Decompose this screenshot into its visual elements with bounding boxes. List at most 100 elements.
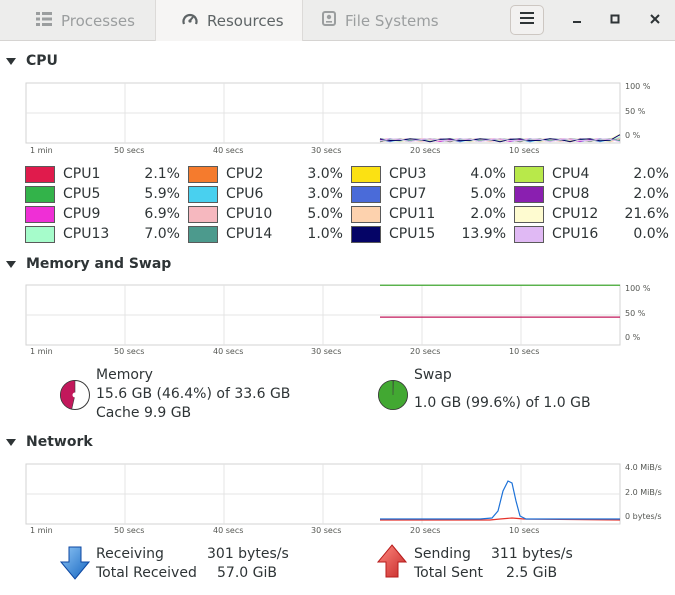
close-button[interactable]: [644, 9, 666, 31]
net-x-label-50s: 50 secs: [114, 526, 144, 535]
cpu-name: CPU8: [552, 186, 590, 202]
receiving-value: 301 bytes/s: [207, 546, 289, 562]
expander-arrow-icon: [6, 57, 16, 65]
cpu-color-swatch[interactable]: [514, 205, 544, 223]
cpu-name: CPU1: [63, 166, 101, 182]
tab-file-systems-label: File Systems: [345, 11, 439, 30]
cpu-color-swatch[interactable]: [514, 185, 544, 203]
receiving-arrow-icon: [60, 546, 90, 580]
memory-section-toggle[interactable]: Memory and Swap: [6, 256, 171, 272]
cpu-color-swatch[interactable]: [514, 225, 544, 243]
cpu-x-label-50s: 50 secs: [114, 146, 144, 155]
total-received-label: Total Received: [96, 565, 197, 581]
mem-y-label-0: 0 %: [625, 333, 641, 342]
sending-label: Sending: [414, 546, 471, 562]
cpu-usage-value: 0.0%: [633, 226, 669, 242]
memory-section-title: Memory and Swap: [26, 256, 172, 272]
mem-x-label-40s: 40 secs: [213, 347, 243, 356]
cpu-legend-item: CPU10 5.0%: [188, 205, 343, 223]
cpu-legend-item: CPU8 2.0%: [514, 185, 669, 203]
cpu-legend-item: CPU15 13.9%: [351, 225, 506, 243]
receiving-label: Receiving: [96, 546, 164, 562]
sending-arrow-icon: [377, 544, 407, 578]
cpu-name: CPU10: [226, 206, 273, 222]
cpu-color-swatch[interactable]: [25, 165, 55, 183]
memory-label: Memory: [96, 367, 153, 383]
sending-info: Sending 311 bytes/s Total Sent 2.5 GiB: [414, 545, 573, 583]
cpu-color-swatch[interactable]: [25, 205, 55, 223]
swap-label: Swap: [414, 367, 452, 383]
mem-y-label-100: 100 %: [625, 284, 651, 293]
receiving-info: Receiving 301 bytes/s Total Received 57.0 …: [96, 545, 289, 583]
total-sent-label: Total Sent: [414, 565, 484, 581]
cpu-legend-item: CPU12 21.6%: [514, 205, 669, 223]
minimize-button[interactable]: [566, 9, 588, 31]
cpu-color-swatch[interactable]: [351, 225, 381, 243]
cpu-color-swatch[interactable]: [188, 205, 218, 223]
processes-icon: [36, 11, 52, 30]
cpu-color-swatch[interactable]: [351, 165, 381, 183]
close-icon: [650, 12, 660, 28]
cpu-usage-value: 5.0%: [470, 186, 506, 202]
cpu-legend-item: CPU7 5.0%: [351, 185, 506, 203]
cpu-legend-item: CPU4 2.0%: [514, 165, 669, 183]
cpu-usage-value: 2.0%: [470, 206, 506, 222]
cpu-usage-value: 2.1%: [144, 166, 180, 182]
tab-processes[interactable]: Processes: [0, 0, 155, 41]
cpu-color-swatch[interactable]: [188, 165, 218, 183]
cpu-legend-item: CPU14 1.0%: [188, 225, 343, 243]
total-received-value: 57.0 GiB: [217, 565, 277, 581]
net-x-label-20s: 20 secs: [410, 526, 440, 535]
net-y-label-zero: 0 bytes/s: [625, 512, 662, 521]
total-sent-value: 2.5 GiB: [506, 565, 558, 581]
cpu-section-toggle[interactable]: CPU: [6, 53, 58, 69]
cpu-x-label-20s: 20 secs: [410, 146, 440, 155]
cpu-color-swatch[interactable]: [25, 185, 55, 203]
cpu-legend-item: CPU11 2.0%: [351, 205, 506, 223]
memory-history-graph: 100 % 50 % 0 % 1 min 50 secs 40 secs 30 …: [25, 284, 651, 356]
maximize-icon: [610, 12, 620, 28]
memory-pie-icon: [60, 380, 90, 410]
cpu-color-swatch[interactable]: [351, 185, 381, 203]
cpu-usage-value: 2.0%: [633, 166, 669, 182]
mem-x-label-50s: 50 secs: [114, 347, 144, 356]
tab-resources[interactable]: Resources: [155, 0, 303, 41]
cpu-color-swatch[interactable]: [188, 225, 218, 243]
cpu-usage-value: 21.6%: [624, 206, 669, 222]
mem-x-label-20s: 20 secs: [410, 347, 440, 356]
cpu-legend-item: CPU3 4.0%: [351, 165, 506, 183]
cpu-x-label-1min: 1 min: [30, 146, 53, 155]
cpu-color-swatch[interactable]: [351, 205, 381, 223]
cpu-legend-item: CPU5 5.9%: [25, 185, 180, 203]
cpu-section-title: CPU: [26, 53, 58, 69]
cpu-usage-value: 4.0%: [470, 166, 506, 182]
expander-arrow-icon: [6, 438, 16, 446]
net-x-label-1min: 1 min: [30, 526, 53, 535]
swap-info: Swap 1.0 GB (99.6%) of 1.0 GB: [414, 366, 591, 413]
cpu-name: CPU11: [389, 206, 436, 222]
network-section-toggle[interactable]: Network: [6, 434, 93, 450]
menu-button[interactable]: [510, 5, 544, 35]
cpu-name: CPU3: [389, 166, 427, 182]
gauge-icon: [182, 12, 198, 30]
mem-x-label-10s: 10 secs: [509, 347, 539, 356]
cpu-usage-value: 3.0%: [307, 186, 343, 202]
maximize-button[interactable]: [604, 9, 626, 31]
cpu-x-label-30s: 30 secs: [311, 146, 341, 155]
minimize-icon: [572, 12, 582, 28]
header-bar: Processes Resources File Systems: [0, 0, 675, 41]
cpu-name: CPU14: [226, 226, 273, 242]
cpu-color-swatch[interactable]: [188, 185, 218, 203]
cpu-usage-value: 5.0%: [307, 206, 343, 222]
cpu-color-swatch[interactable]: [514, 165, 544, 183]
cpu-x-label-40s: 40 secs: [213, 146, 243, 155]
cpu-y-label-50: 50 %: [625, 107, 646, 116]
cpu-name: CPU12: [552, 206, 599, 222]
tab-resources-label: Resources: [207, 11, 284, 30]
cpu-legend-item: CPU6 3.0%: [188, 185, 343, 203]
cpu-name: CPU5: [63, 186, 101, 202]
tab-file-systems[interactable]: File Systems: [303, 0, 503, 41]
net-y-label-mid: 2.0 MiB/s: [625, 488, 662, 497]
sending-value: 311 bytes/s: [491, 546, 573, 562]
cpu-color-swatch[interactable]: [25, 225, 55, 243]
